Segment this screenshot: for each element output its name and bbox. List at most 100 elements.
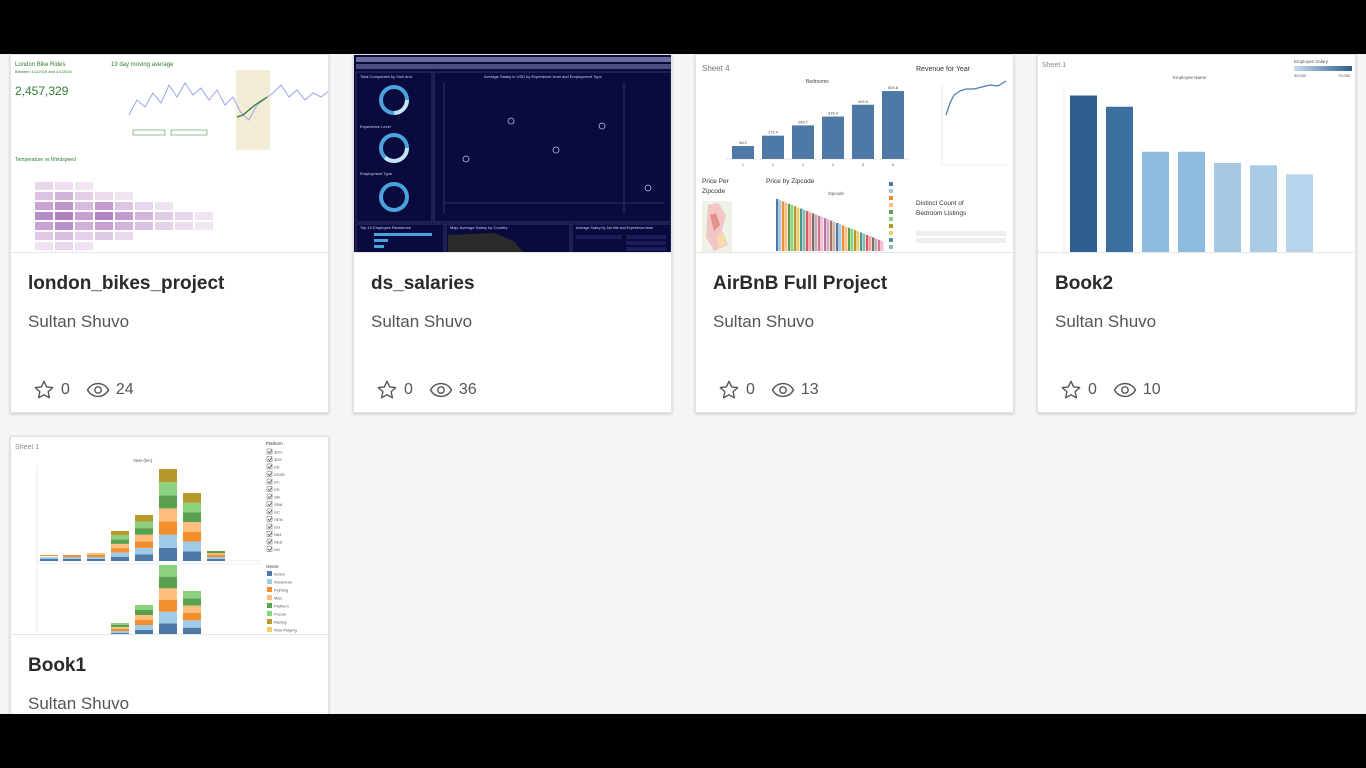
panel-label: Top 10 Employee Residence <box>360 225 412 230</box>
workbook-card-ds-salaries[interactable]: Total Companies by Size and Experience L… <box>353 54 672 413</box>
workbook-author[interactable]: Sultan Shuvo <box>371 312 472 332</box>
favorite-count: 0 <box>746 381 755 398</box>
genre-swatch <box>267 587 272 592</box>
favorite-button[interactable]: 0 <box>1060 379 1097 401</box>
salary-bar <box>1214 163 1241 252</box>
stacked-segment <box>63 555 81 557</box>
panel-title: Bedroom Listings <box>916 210 967 217</box>
workbook-thumbnail[interactable]: Total Companies by Size and Experience L… <box>354 55 671 253</box>
favorite-button[interactable]: 0 <box>376 379 413 401</box>
zipcode-bar <box>833 221 836 251</box>
favorite-count: 0 <box>1088 381 1097 398</box>
platform-label: DS <box>274 487 280 492</box>
stacked-segment <box>207 559 225 561</box>
star-icon <box>719 380 739 399</box>
panel-title: Price Per <box>702 178 730 185</box>
book1-chart-preview: Sheet 1 Year (bin) Platform 3DO 3DS DS DS3D… <box>11 437 328 634</box>
sheet-title: Sheet 1 <box>1042 62 1066 69</box>
chart-header: Zipcode <box>828 191 845 196</box>
chart-title: Employee Name <box>1173 75 1207 80</box>
legend-title: Genre <box>266 564 279 569</box>
stacked-segment <box>63 559 81 561</box>
stacked-segment <box>159 565 177 577</box>
zipcode-bar <box>824 218 827 251</box>
workbook-card-book2[interactable]: Sheet 1 Employee Salary 30,000 70,000 Em… <box>1037 54 1356 413</box>
legend-title: Platform <box>266 441 283 446</box>
stacked-segment <box>111 629 129 631</box>
zipcode-bar <box>839 224 842 251</box>
stacked-segment <box>135 615 153 620</box>
legend-max: 70,000 <box>1338 73 1351 78</box>
stacked-segment <box>111 531 129 536</box>
stacked-segment <box>135 541 153 548</box>
workbook-thumbnail[interactable]: Sheet 1 Employee Salary 30,000 70,000 Em… <box>1038 55 1355 253</box>
workbook-thumbnail[interactable]: Sheet 4 Bedrooms 96.2 1 173.4 2 249.7 3 315.4 4… <box>696 55 1013 253</box>
bar-value-label: 96.2 <box>739 140 748 145</box>
platform-label: NES <box>274 540 283 545</box>
salary-bar <box>1142 151 1169 252</box>
workbook-card-london-bikes[interactable]: London Bike Rides Between 1/1/2015 and 4… <box>10 54 329 413</box>
workbook-title[interactable]: Book2 <box>1055 273 1113 295</box>
zipcode-bar <box>779 200 782 251</box>
workbook-author[interactable]: Sultan Shuvo <box>28 312 129 332</box>
favorite-count: 0 <box>61 381 70 398</box>
salary-bar <box>1178 151 1205 252</box>
workbook-author[interactable]: Sultan Shuvo <box>713 312 814 332</box>
zipcode-bar <box>812 213 815 251</box>
stacked-segment <box>111 548 129 553</box>
stacked-segment <box>111 535 129 540</box>
zipcode-bar <box>785 202 788 251</box>
stacked-segment <box>111 543 129 549</box>
workbook-thumbnail[interactable]: London Bike Rides Between 1/1/2015 and 4… <box>11 55 328 253</box>
chart-header: Year (bin) <box>133 458 153 463</box>
stacked-segment <box>135 521 153 529</box>
workbook-stats: 0 13 <box>718 379 819 401</box>
star-icon <box>34 380 54 399</box>
zipcode-bar <box>848 227 851 251</box>
stacked-segment <box>183 541 201 552</box>
genre-label: Racing <box>274 620 286 625</box>
workbook-stats: 0 24 <box>33 379 134 401</box>
views: 13 <box>771 379 819 401</box>
stacked-segment <box>111 625 129 627</box>
panel-title: Distinct Count of <box>916 200 964 207</box>
workbook-title[interactable]: ds_salaries <box>371 273 475 295</box>
workbook-title[interactable]: Book1 <box>28 655 86 677</box>
zipcode-bar <box>830 220 833 251</box>
workbook-thumbnail[interactable]: Sheet 1 Year (bin) Platform 3DO 3DS DS DS3D… <box>11 437 328 635</box>
panel-title: Price by Zipcode <box>766 178 815 185</box>
view-count: 13 <box>800 381 819 398</box>
panel-label: Average Salary by Job title and Experien… <box>576 226 653 230</box>
workbook-card-book1[interactable]: Sheet 1 Year (bin) Platform 3DO 3DS DS DS3D… <box>10 436 329 714</box>
stacked-segment <box>183 512 201 523</box>
favorite-button[interactable]: 0 <box>33 379 70 401</box>
favorite-button[interactable]: 0 <box>718 379 755 401</box>
stacked-segment <box>183 620 201 628</box>
bedroom-bar <box>882 91 904 159</box>
workbook-grid: London Bike Rides Between 1/1/2015 and 4… <box>0 54 1366 714</box>
zipcode-bar <box>845 226 848 251</box>
bar-value-label: 403.0 <box>858 99 869 104</box>
workbook-author[interactable]: Sultan Shuvo <box>1055 312 1156 332</box>
stacked-segment <box>183 613 201 621</box>
zipcode-bar <box>800 208 803 251</box>
stacked-segment <box>111 633 129 634</box>
platform-label: DC <box>274 480 280 485</box>
stacked-segment <box>183 502 201 513</box>
workbook-author[interactable]: Sultan Shuvo <box>28 694 129 714</box>
legend-title: Employee Salary <box>1294 59 1329 64</box>
zipcode-bar <box>803 209 806 251</box>
stacked-segment <box>183 598 201 606</box>
workbook-card-airbnb[interactable]: Sheet 4 Bedrooms 96.2 1 173.4 2 249.7 3 315.4 4… <box>695 54 1014 413</box>
genre-label: Platform <box>274 604 290 609</box>
workbook-title[interactable]: london_bikes_project <box>28 273 224 295</box>
workbook-title[interactable]: AirBnB Full Project <box>713 273 887 295</box>
stacked-segment <box>159 547 177 561</box>
workbook-stats: 0 36 <box>376 379 477 401</box>
platform-label: DS <box>274 465 280 470</box>
sheet-title: Sheet 4 <box>702 64 730 73</box>
stacked-segment <box>183 493 201 503</box>
zipcode-bar <box>863 233 866 251</box>
stacked-segment <box>159 588 177 600</box>
stacked-segment <box>40 555 58 556</box>
